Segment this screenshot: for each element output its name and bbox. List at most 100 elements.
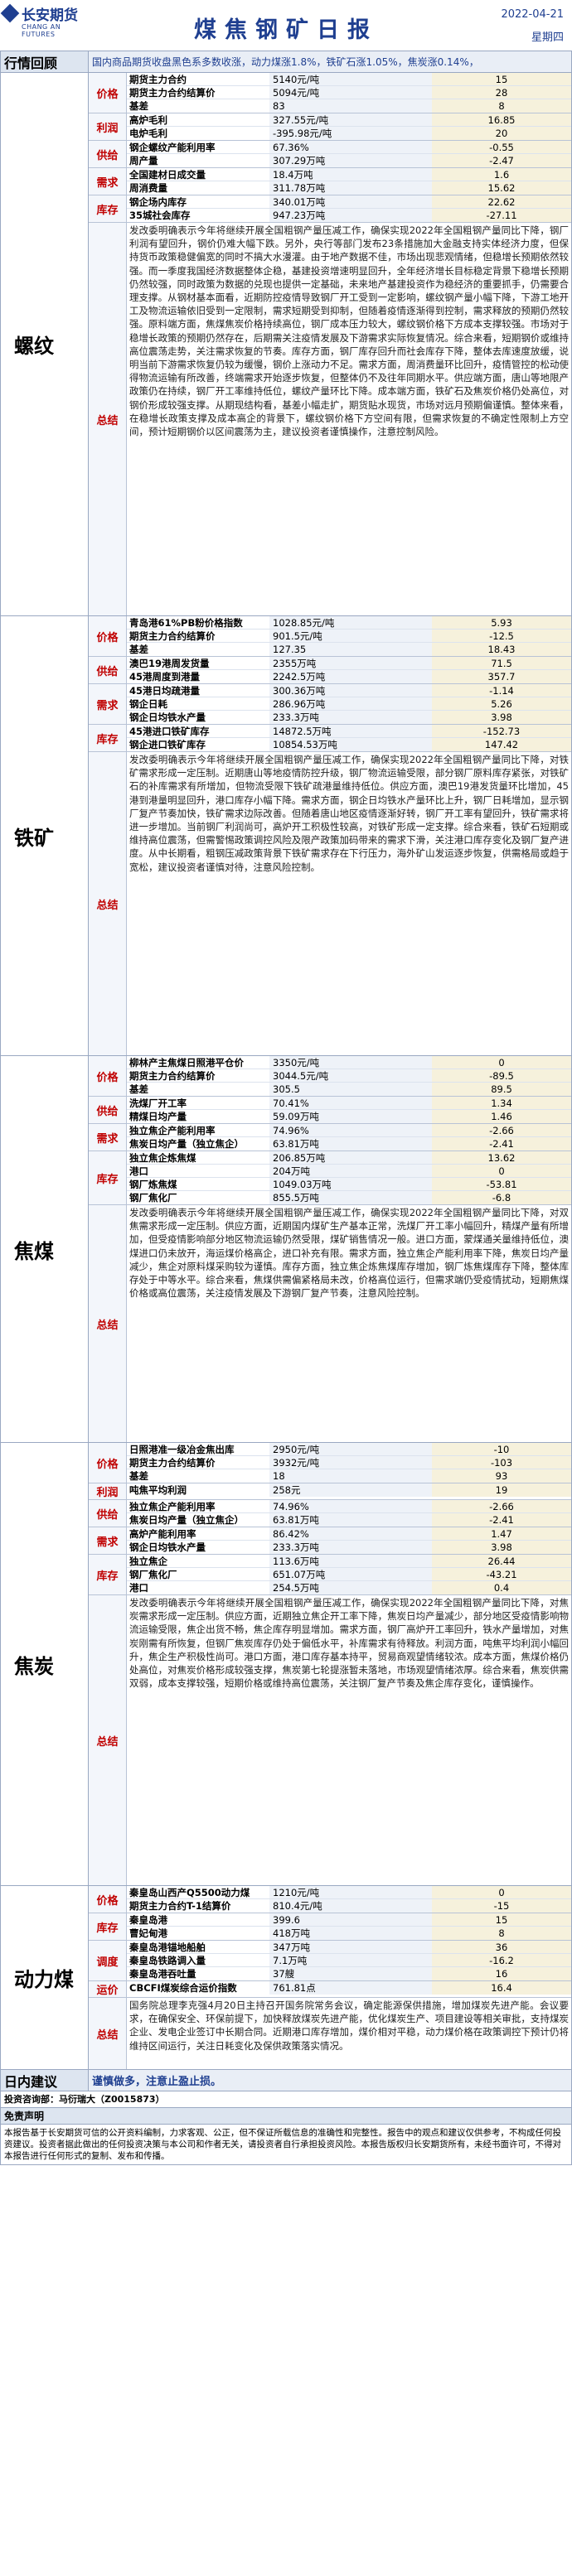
group-category: 需求 (89, 168, 127, 195)
indicator-name: 期货主力合约结算价 (129, 1457, 216, 1469)
section-name: 螺纹 (1, 73, 89, 615)
indicator-group: 利润 吨焦平均利润 258元 19 (89, 1483, 571, 1500)
indicator-name: 独立焦企炼焦煤 (129, 1152, 196, 1164)
report-date: 2022-04-21 星期四 (501, 3, 564, 50)
indicator-row: 曹妃甸港 418万吨 8 (127, 1927, 571, 1940)
indicator-name: 基差 (129, 1083, 148, 1095)
indicator-change: -152.73 (432, 725, 571, 737)
section-1: 铁矿 价格 青岛港61%PB粉价格指数 1028.85元/吨 5.93 期货主力合约结算价… (0, 616, 572, 1056)
indicator-row: 钢企场内库存 340.01万吨 22.62 (127, 195, 571, 209)
indicator-row: 全国建材日成交量 18.4万吨 1.6 (127, 168, 571, 181)
indicator-change: -10 (432, 1443, 571, 1455)
indicator-name: 钢厂焦化厂 (129, 1569, 177, 1580)
indicator-name: 周产量 (129, 155, 158, 166)
group-category: 供给 (89, 1500, 127, 1527)
indicator-change: 19 (432, 1483, 571, 1497)
indicator-row: 45港进口铁矿库存 14872.5万吨 -152.73 (127, 725, 571, 738)
indicator-change: 26.44 (432, 1555, 571, 1567)
indicator-value: 3350元/吨 (269, 1056, 432, 1069)
indicator-change: 1.46 (432, 1110, 571, 1123)
indicator-group: 价格 秦皇岛山西产Q5500动力煤 1210元/吨 0 期货主力合约T-1结算价 810.… (89, 1886, 571, 1913)
indicator-value: 3932元/吨 (269, 1456, 432, 1469)
indicator-change: 8 (432, 1927, 571, 1940)
indicator-row: 电炉毛利 -395.98元/吨 20 (127, 127, 571, 140)
indicator-row: 独立焦企产能利用率 74.96% -2.66 (127, 1124, 571, 1137)
indicator-value: 1049.03万吨 (269, 1178, 432, 1190)
indicator-group: 供给 独立焦企产能利用率 74.96% -2.66 焦炭日均产量（独立焦企） 63.81万… (89, 1500, 571, 1527)
indicator-row: 钢企日均铁水产量 233.3万吨 3.98 (127, 1541, 571, 1554)
group-category: 供给 (89, 141, 127, 167)
group-category: 库存 (89, 195, 127, 222)
section-name: 焦煤 (1, 1056, 89, 1442)
indicator-group: 供给 钢企螺纹产能利用率 67.36% -0.55 周产量 307.29万吨 -2.47 (89, 141, 571, 168)
group-category: 利润 (89, 1483, 127, 1499)
indicator-row: 港口 254.5万吨 0.4 (127, 1581, 571, 1594)
indicator-group: 需求 45港日均疏港量 300.36万吨 -1.14 钢企日耗 286.96万吨 5.26 钢… (89, 684, 571, 725)
indicator-change: 3.98 (432, 711, 571, 724)
indicator-name: 钢企日耗 (129, 698, 167, 710)
indicator-name: 全国建材日成交量 (129, 169, 206, 181)
indicator-name: 35城社会库存 (129, 210, 191, 221)
indicator-name: 洗煤厂开工率 (129, 1097, 187, 1109)
indicator-group: 价格 青岛港61%PB粉价格指数 1028.85元/吨 5.93 期货主力合约结算价 90… (89, 616, 571, 657)
indicator-name: 期货主力合约结算价 (129, 1070, 216, 1082)
section-2: 焦煤 价格 柳林产主焦煤日照港平仓价 3350元/吨 0 期货主力合约结算价 3044.5元… (0, 1056, 572, 1443)
indicator-row: 澳巴19港周发货量 2355万吨 71.5 (127, 657, 571, 670)
indicator-row: 钢厂焦化厂 855.5万吨 -6.8 (127, 1191, 571, 1204)
indicator-value: 2242.5万吨 (269, 670, 432, 683)
section-3: 焦炭 价格 日照港准一级冶金焦出库 2950元/吨 -10 期货主力合约结算价 3932元/… (0, 1443, 572, 1886)
indicator-value: 3044.5元/吨 (269, 1069, 432, 1082)
group-category: 调度 (89, 1941, 127, 1980)
indicator-row: 基差 18 93 (127, 1469, 571, 1483)
section-name: 动力煤 (1, 1886, 89, 2069)
indicator-row: 基差 127.35 18.43 (127, 643, 571, 656)
indicator-name: 高炉产能利用率 (129, 1528, 196, 1540)
indicator-value: 63.81万吨 (269, 1513, 432, 1527)
indicator-change: 15 (432, 73, 571, 85)
indicator-name: 柳林产主焦煤日照港平仓价 (129, 1057, 244, 1069)
section-name: 焦炭 (1, 1443, 89, 1885)
indicator-row: 独立焦企炼焦煤 206.85万吨 13.62 (127, 1151, 571, 1165)
indicator-value: 901.5元/吨 (269, 630, 432, 642)
report-title: 煤焦钢矿日报 (194, 17, 378, 43)
indicator-change: -2.47 (432, 154, 571, 167)
indicator-name: 焦炭日均产量（独立焦企） (129, 1138, 244, 1150)
indicator-value: 204万吨 (269, 1165, 432, 1177)
indicator-name: 港口 (129, 1165, 148, 1177)
indicator-group: 库存 独立焦企 113.6万吨 26.44 钢厂焦化厂 651.07万吨 -43.21 港口 2… (89, 1555, 571, 1595)
indicator-name: 吨焦平均利润 (129, 1484, 187, 1496)
indicator-change: 13.62 (432, 1151, 571, 1164)
market-recap-row: 行情回顾 国内商品期货收盘黑色系多数收涨，动力煤涨1.8%，铁矿石涨1.05%，… (0, 51, 572, 73)
indicator-row: 柳林产主焦煤日照港平仓价 3350元/吨 0 (127, 1056, 571, 1069)
summary-label: 总结 (89, 1205, 127, 1442)
indicator-change: -6.8 (432, 1191, 571, 1204)
indicator-row: 钢企螺纹产能利用率 67.36% -0.55 (127, 141, 571, 154)
indicator-value: 18.4万吨 (269, 168, 432, 181)
indicator-value: 855.5万吨 (269, 1191, 432, 1204)
indicator-change: -27.11 (432, 209, 571, 222)
indicator-value: -395.98元/吨 (269, 127, 432, 140)
indicator-name: 精煤日均产量 (129, 1111, 187, 1122)
indicator-value: 1210元/吨 (269, 1886, 432, 1898)
group-category: 库存 (89, 1555, 127, 1594)
indicator-row: 周产量 307.29万吨 -2.47 (127, 154, 571, 167)
summary-label: 总结 (89, 223, 127, 615)
indicator-group: 供给 澳巴19港周发货量 2355万吨 71.5 45港周度到港量 2242.5万吨 357… (89, 657, 571, 684)
indicator-group: 调度 秦皇岛港锚地船舶 347万吨 36 秦皇岛铁路调入量 7.1万吨 -16.2 秦皇岛港吞… (89, 1941, 571, 1981)
indicator-row: 钢厂炼焦煤 1049.03万吨 -53.81 (127, 1178, 571, 1191)
indicator-value: 286.96万吨 (269, 697, 432, 710)
indicator-change: 5.93 (432, 616, 571, 629)
indicator-row: 秦皇岛铁路调入量 7.1万吨 -16.2 (127, 1954, 571, 1967)
indicator-name: 电炉毛利 (129, 128, 167, 139)
indicator-value: 399.6 (269, 1913, 432, 1926)
group-category: 需求 (89, 684, 127, 724)
indicator-row: 秦皇岛山西产Q5500动力煤 1210元/吨 0 (127, 1886, 571, 1899)
summary-text: 发改委明确表示今年将继续开展全国粗钢产量压减工作，确保实现2022年全国粗钢产量… (129, 224, 569, 438)
indicator-name: 独立焦企 (129, 1556, 167, 1567)
indicator-value: 347万吨 (269, 1941, 432, 1953)
indicator-name: 秦皇岛港吞吐量 (129, 1968, 196, 1980)
indicator-name: 钢厂炼焦煤 (129, 1179, 177, 1190)
indicator-value: 233.3万吨 (269, 711, 432, 724)
indicator-name: 曹妃甸港 (129, 1927, 167, 1939)
indicator-name: 秦皇岛铁路调入量 (129, 1955, 206, 1966)
